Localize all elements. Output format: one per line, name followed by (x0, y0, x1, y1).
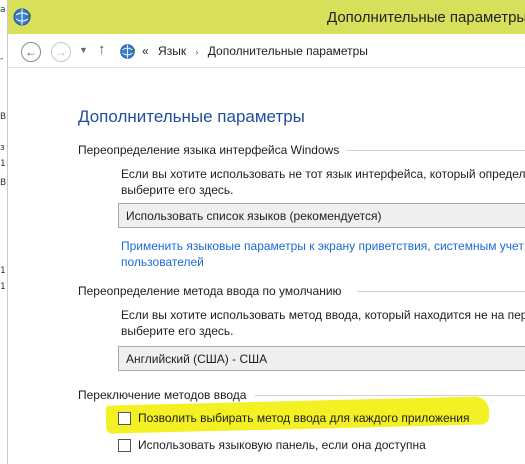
section-description: Если вы хотите использовать не тот язык … (121, 167, 525, 181)
strip-char: 1 (0, 282, 6, 292)
apply-language-settings-link[interactable]: Применить языковые параметры к экрану пр… (121, 238, 524, 254)
title-bar[interactable]: Дополнительные параметры (8, 0, 525, 34)
recent-locations-dropdown[interactable]: ▼ (79, 45, 88, 55)
apply-language-settings-link[interactable]: пользователей (121, 254, 204, 270)
up-button[interactable]: ↑ (98, 41, 106, 58)
strip-char: а (0, 5, 6, 15)
arrow-right-icon: → (55, 45, 67, 59)
window-title: Дополнительные параметры (327, 9, 525, 26)
section-heading-default-input: Переопределение метода ввода по умолчани… (78, 284, 342, 298)
section-divider (357, 291, 525, 292)
arrow-left-icon: ← (25, 45, 37, 59)
breadcrumb-separator-icon[interactable]: › (195, 47, 198, 57)
section-heading-switching-input: Переключение методов ввода (78, 388, 247, 402)
per-app-input-method-option[interactable]: Позволить выбирать метод ввода для каждо… (118, 411, 469, 425)
back-button[interactable]: ← (21, 42, 41, 62)
section-heading-display-language: Переопределение языка интерфейса Windows (78, 143, 340, 157)
section-description: Если вы хотите использовать метод ввода,… (121, 308, 525, 322)
checkbox-label: Позволить выбирать метод ввода для каждо… (138, 411, 470, 425)
main-content: Дополнительные параметры Переопределение… (8, 69, 525, 464)
address-bar: ← → ▼ ↑ « Язык › Дополнительные параметр… (8, 34, 525, 68)
language-globe-icon (120, 44, 136, 59)
section-divider (346, 150, 525, 151)
strip-char: 1 (0, 159, 6, 169)
background-window-strip: а - В з 1 В 1 1 (0, 0, 8, 464)
section-description: выберите его здесь. (121, 324, 234, 338)
per-app-input-method-checkbox[interactable] (118, 411, 131, 425)
display-language-select[interactable]: Использовать список языков (рекомендуетс… (118, 203, 525, 228)
strip-char: В (0, 112, 7, 122)
breadcrumb: « Язык › Дополнительные параметры (142, 44, 368, 58)
strip-char: 1 (0, 266, 6, 276)
default-input-method-select[interactable]: Английский (США) - США (118, 346, 525, 371)
breadcrumb-item-advanced[interactable]: Дополнительные параметры (208, 44, 368, 58)
breadcrumb-overflow[interactable]: « (142, 44, 149, 58)
strip-char: - (0, 54, 4, 64)
page-title: Дополнительные параметры (78, 107, 305, 126)
checkbox-label: Использовать языковую панель, если она д… (138, 438, 426, 452)
section-description: выберите его здесь. (121, 183, 234, 197)
breadcrumb-item-language[interactable]: Язык (158, 44, 186, 58)
forward-button[interactable]: → (51, 42, 71, 62)
language-globe-icon (13, 8, 31, 26)
strip-char: з (0, 143, 5, 153)
language-bar-checkbox[interactable] (118, 438, 131, 452)
language-bar-option[interactable]: Использовать языковую панель, если она д… (118, 438, 426, 452)
strip-char: В (0, 178, 7, 188)
control-panel-window: Дополнительные параметры ← → ▼ ↑ « Язык … (8, 0, 525, 464)
section-divider (255, 395, 525, 396)
